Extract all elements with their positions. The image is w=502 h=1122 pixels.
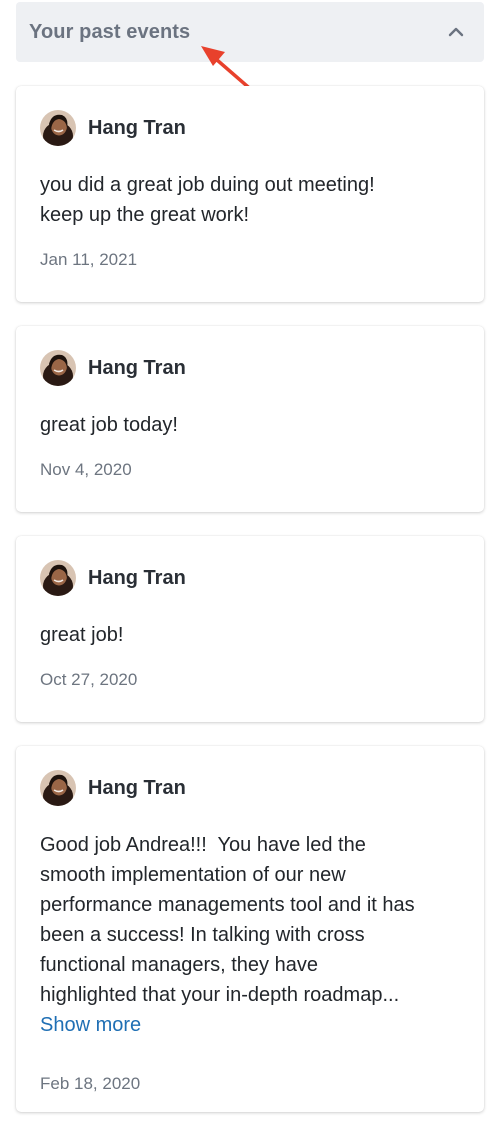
event-date: Feb 18, 2020 <box>40 1074 141 1093</box>
event-message: great job today! <box>40 414 178 436</box>
author-name: Hang Tran <box>88 356 186 379</box>
event-date: Nov 4, 2020 <box>40 460 132 479</box>
event-message: great job! <box>40 624 124 646</box>
event-author: Hang Tran <box>40 770 460 806</box>
event-card: Hang Tran great job! Oct 27, 2020 <box>16 536 484 722</box>
event-card: Hang Tran great job today! Nov 4, 2020 <box>16 326 484 512</box>
event-author: Hang Tran <box>40 110 460 146</box>
event-card: Hang Tran you did a great job duing out … <box>16 86 484 302</box>
section-title: Your past events <box>29 20 191 43</box>
author-name: Hang Tran <box>88 116 186 139</box>
avatar <box>40 770 76 806</box>
chevron-up-icon[interactable] <box>446 22 466 42</box>
show-more-link[interactable]: Show more <box>40 1010 460 1040</box>
event-message: you did a great job duing out meeting! k… <box>40 174 375 226</box>
event-card: Hang Tran Good job Andrea!!! You have le… <box>16 746 484 1112</box>
avatar <box>40 350 76 386</box>
event-message: Good job Andrea!!! You have led the smoo… <box>40 834 415 1006</box>
event-author: Hang Tran <box>40 560 460 596</box>
author-name: Hang Tran <box>88 566 186 589</box>
avatar <box>40 110 76 146</box>
event-date: Jan 11, 2021 <box>40 250 138 269</box>
event-date: Oct 27, 2020 <box>40 670 138 689</box>
event-author: Hang Tran <box>40 350 460 386</box>
author-name: Hang Tran <box>88 776 186 799</box>
avatar <box>40 560 76 596</box>
past-events-panel: Your past events Hang Tran you did a gre… <box>0 0 502 1122</box>
